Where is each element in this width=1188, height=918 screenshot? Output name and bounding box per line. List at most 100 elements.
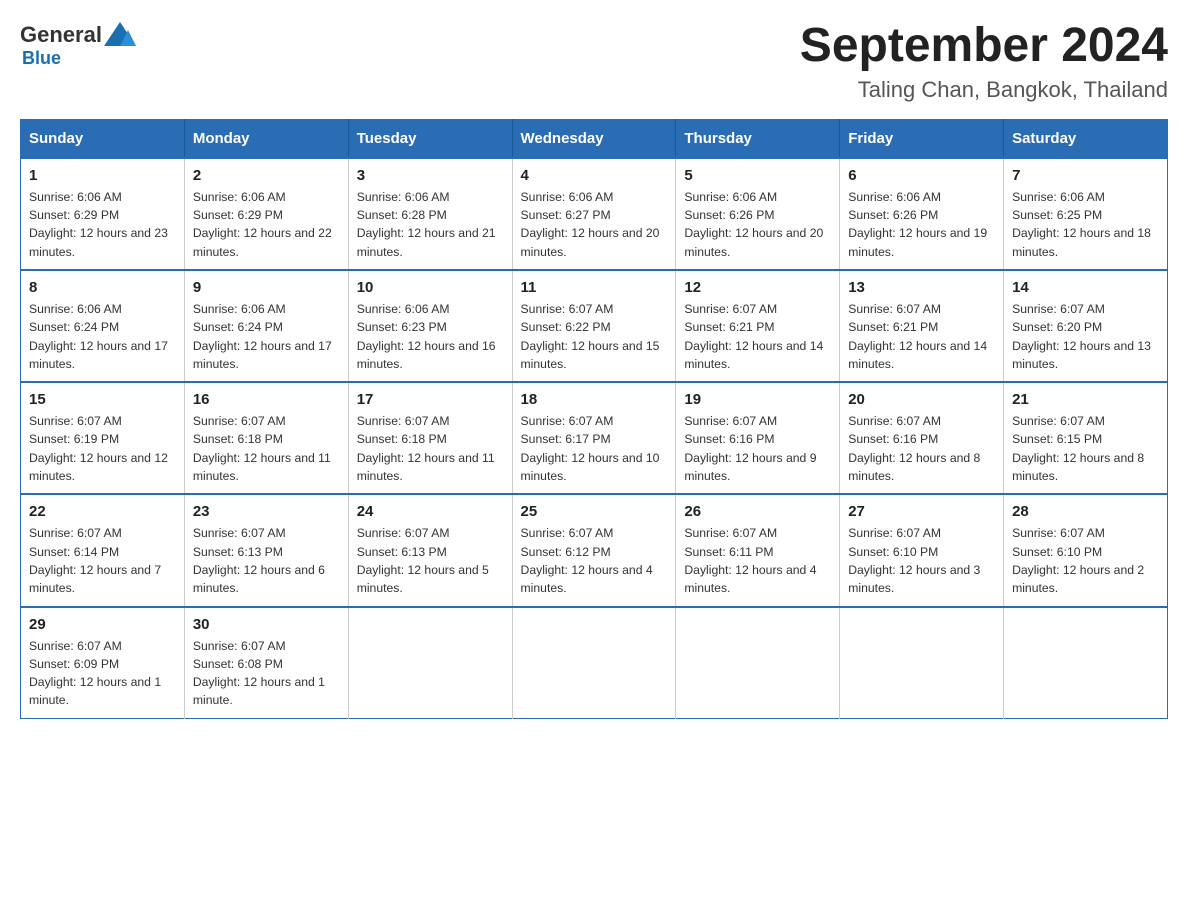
table-row: 27 Sunrise: 6:07 AMSunset: 6:10 PMDayligh… xyxy=(840,494,1004,606)
table-row: 30 Sunrise: 6:07 AMSunset: 6:08 PMDayligh… xyxy=(184,607,348,719)
table-row: 3 Sunrise: 6:06 AMSunset: 6:28 PMDaylight… xyxy=(348,158,512,270)
day-number: 12 xyxy=(684,279,831,296)
day-info: Sunrise: 6:07 AMSunset: 6:11 PMDaylight:… xyxy=(684,524,831,597)
table-row: 13 Sunrise: 6:07 AMSunset: 6:21 PMDayligh… xyxy=(840,270,1004,382)
day-info: Sunrise: 6:07 AMSunset: 6:17 PMDaylight:… xyxy=(521,412,668,485)
day-info: Sunrise: 6:07 AMSunset: 6:12 PMDaylight:… xyxy=(521,524,668,597)
day-number: 13 xyxy=(848,279,995,296)
day-number: 4 xyxy=(521,167,668,184)
calendar-week-1: 1Sunrise: 6:06 AMSunset: 6:29 PMDaylight… xyxy=(21,158,1168,270)
day-number: 30 xyxy=(193,616,340,633)
calendar-header-row: Sunday Monday Tuesday Wednesday Thursday… xyxy=(21,119,1168,158)
day-number: 9 xyxy=(193,279,340,296)
day-info: Sunrise: 6:07 AMSunset: 6:10 PMDaylight:… xyxy=(1012,524,1159,597)
table-row: 19 Sunrise: 6:07 AMSunset: 6:16 PMDayligh… xyxy=(676,382,840,494)
calendar-table: Sunday Monday Tuesday Wednesday Thursday… xyxy=(20,119,1168,719)
day-info: Sunrise: 6:07 AMSunset: 6:22 PMDaylight:… xyxy=(521,300,668,373)
calendar-week-5: 29 Sunrise: 6:07 AMSunset: 6:09 PMDayligh… xyxy=(21,607,1168,719)
table-row: 14 Sunrise: 6:07 AMSunset: 6:20 PMDayligh… xyxy=(1004,270,1168,382)
day-info: Sunrise: 6:07 AMSunset: 6:21 PMDaylight:… xyxy=(684,300,831,373)
day-number: 14 xyxy=(1012,279,1159,296)
table-row: 29 Sunrise: 6:07 AMSunset: 6:09 PMDayligh… xyxy=(21,607,185,719)
day-info: Sunrise: 6:06 AMSunset: 6:29 PMDaylight:… xyxy=(193,188,340,261)
table-row: 25 Sunrise: 6:07 AMSunset: 6:12 PMDayligh… xyxy=(512,494,676,606)
day-number: 27 xyxy=(848,503,995,520)
table-row xyxy=(348,607,512,719)
table-row: 21 Sunrise: 6:07 AMSunset: 6:15 PMDayligh… xyxy=(1004,382,1168,494)
day-info: Sunrise: 6:07 AMSunset: 6:20 PMDaylight:… xyxy=(1012,300,1159,373)
day-info: Sunrise: 6:06 AMSunset: 6:26 PMDaylight:… xyxy=(684,188,831,261)
day-info: Sunrise: 6:06 AMSunset: 6:27 PMDaylight:… xyxy=(521,188,668,261)
day-number: 5 xyxy=(684,167,831,184)
header-friday: Friday xyxy=(840,119,1004,158)
day-info: Sunrise: 6:06 AMSunset: 6:24 PMDaylight:… xyxy=(29,300,176,373)
day-number: 28 xyxy=(1012,503,1159,520)
header-wednesday: Wednesday xyxy=(512,119,676,158)
header-sunday: Sunday xyxy=(21,119,185,158)
table-row xyxy=(840,607,1004,719)
day-number: 18 xyxy=(521,391,668,408)
table-row: 7 Sunrise: 6:06 AMSunset: 6:25 PMDaylight… xyxy=(1004,158,1168,270)
table-row: 22Sunrise: 6:07 AMSunset: 6:14 PMDayligh… xyxy=(21,494,185,606)
table-row: 26 Sunrise: 6:07 AMSunset: 6:11 PMDayligh… xyxy=(676,494,840,606)
day-number: 16 xyxy=(193,391,340,408)
calendar-week-2: 8Sunrise: 6:06 AMSunset: 6:24 PMDaylight… xyxy=(21,270,1168,382)
day-number: 3 xyxy=(357,167,504,184)
table-row xyxy=(676,607,840,719)
calendar-week-3: 15Sunrise: 6:07 AMSunset: 6:19 PMDayligh… xyxy=(21,382,1168,494)
day-info: Sunrise: 6:07 AMSunset: 6:18 PMDaylight:… xyxy=(193,412,340,485)
day-number: 21 xyxy=(1012,391,1159,408)
page-header: General Blue September 2024 Taling Chan,… xyxy=(20,20,1168,103)
day-info: Sunrise: 6:06 AMSunset: 6:23 PMDaylight:… xyxy=(357,300,504,373)
day-number: 23 xyxy=(193,503,340,520)
table-row xyxy=(512,607,676,719)
table-row: 28 Sunrise: 6:07 AMSunset: 6:10 PMDayligh… xyxy=(1004,494,1168,606)
table-row: 9 Sunrise: 6:06 AMSunset: 6:24 PMDaylight… xyxy=(184,270,348,382)
day-info: Sunrise: 6:07 AMSunset: 6:15 PMDaylight:… xyxy=(1012,412,1159,485)
header-monday: Monday xyxy=(184,119,348,158)
day-number: 25 xyxy=(521,503,668,520)
day-info: Sunrise: 6:06 AMSunset: 6:24 PMDaylight:… xyxy=(193,300,340,373)
table-row: 5 Sunrise: 6:06 AMSunset: 6:26 PMDaylight… xyxy=(676,158,840,270)
day-info: Sunrise: 6:07 AMSunset: 6:18 PMDaylight:… xyxy=(357,412,504,485)
day-info: Sunrise: 6:07 AMSunset: 6:19 PMDaylight:… xyxy=(29,412,176,485)
day-number: 29 xyxy=(29,616,176,633)
day-number: 20 xyxy=(848,391,995,408)
day-number: 6 xyxy=(848,167,995,184)
table-row: 1Sunrise: 6:06 AMSunset: 6:29 PMDaylight… xyxy=(21,158,185,270)
table-row xyxy=(1004,607,1168,719)
day-info: Sunrise: 6:07 AMSunset: 6:13 PMDaylight:… xyxy=(193,524,340,597)
table-row: 23 Sunrise: 6:07 AMSunset: 6:13 PMDayligh… xyxy=(184,494,348,606)
day-number: 7 xyxy=(1012,167,1159,184)
day-info: Sunrise: 6:07 AMSunset: 6:09 PMDaylight:… xyxy=(29,637,176,710)
logo: General Blue xyxy=(20,20,138,69)
header-saturday: Saturday xyxy=(1004,119,1168,158)
day-info: Sunrise: 6:07 AMSunset: 6:08 PMDaylight:… xyxy=(193,637,340,710)
table-row: 10Sunrise: 6:06 AMSunset: 6:23 PMDayligh… xyxy=(348,270,512,382)
day-number: 17 xyxy=(357,391,504,408)
table-row: 17 Sunrise: 6:07 AMSunset: 6:18 PMDayligh… xyxy=(348,382,512,494)
table-row: 24Sunrise: 6:07 AMSunset: 6:13 PMDayligh… xyxy=(348,494,512,606)
table-row: 8Sunrise: 6:06 AMSunset: 6:24 PMDaylight… xyxy=(21,270,185,382)
header-thursday: Thursday xyxy=(676,119,840,158)
day-info: Sunrise: 6:07 AMSunset: 6:14 PMDaylight:… xyxy=(29,524,176,597)
table-row: 2 Sunrise: 6:06 AMSunset: 6:29 PMDaylight… xyxy=(184,158,348,270)
header-tuesday: Tuesday xyxy=(348,119,512,158)
day-info: Sunrise: 6:07 AMSunset: 6:10 PMDaylight:… xyxy=(848,524,995,597)
title-block: September 2024 Taling Chan, Bangkok, Tha… xyxy=(800,20,1168,103)
day-info: Sunrise: 6:06 AMSunset: 6:26 PMDaylight:… xyxy=(848,188,995,261)
logo-blue-text: Blue xyxy=(22,48,61,69)
table-row: 18 Sunrise: 6:07 AMSunset: 6:17 PMDayligh… xyxy=(512,382,676,494)
table-row: 11Sunrise: 6:07 AMSunset: 6:22 PMDayligh… xyxy=(512,270,676,382)
day-info: Sunrise: 6:06 AMSunset: 6:28 PMDaylight:… xyxy=(357,188,504,261)
day-number: 2 xyxy=(193,167,340,184)
day-number: 26 xyxy=(684,503,831,520)
day-info: Sunrise: 6:06 AMSunset: 6:25 PMDaylight:… xyxy=(1012,188,1159,261)
day-info: Sunrise: 6:07 AMSunset: 6:21 PMDaylight:… xyxy=(848,300,995,373)
table-row: 15Sunrise: 6:07 AMSunset: 6:19 PMDayligh… xyxy=(21,382,185,494)
day-number: 19 xyxy=(684,391,831,408)
table-row: 6 Sunrise: 6:06 AMSunset: 6:26 PMDaylight… xyxy=(840,158,1004,270)
table-row: 16 Sunrise: 6:07 AMSunset: 6:18 PMDayligh… xyxy=(184,382,348,494)
day-info: Sunrise: 6:07 AMSunset: 6:16 PMDaylight:… xyxy=(684,412,831,485)
logo-icon xyxy=(102,20,138,50)
